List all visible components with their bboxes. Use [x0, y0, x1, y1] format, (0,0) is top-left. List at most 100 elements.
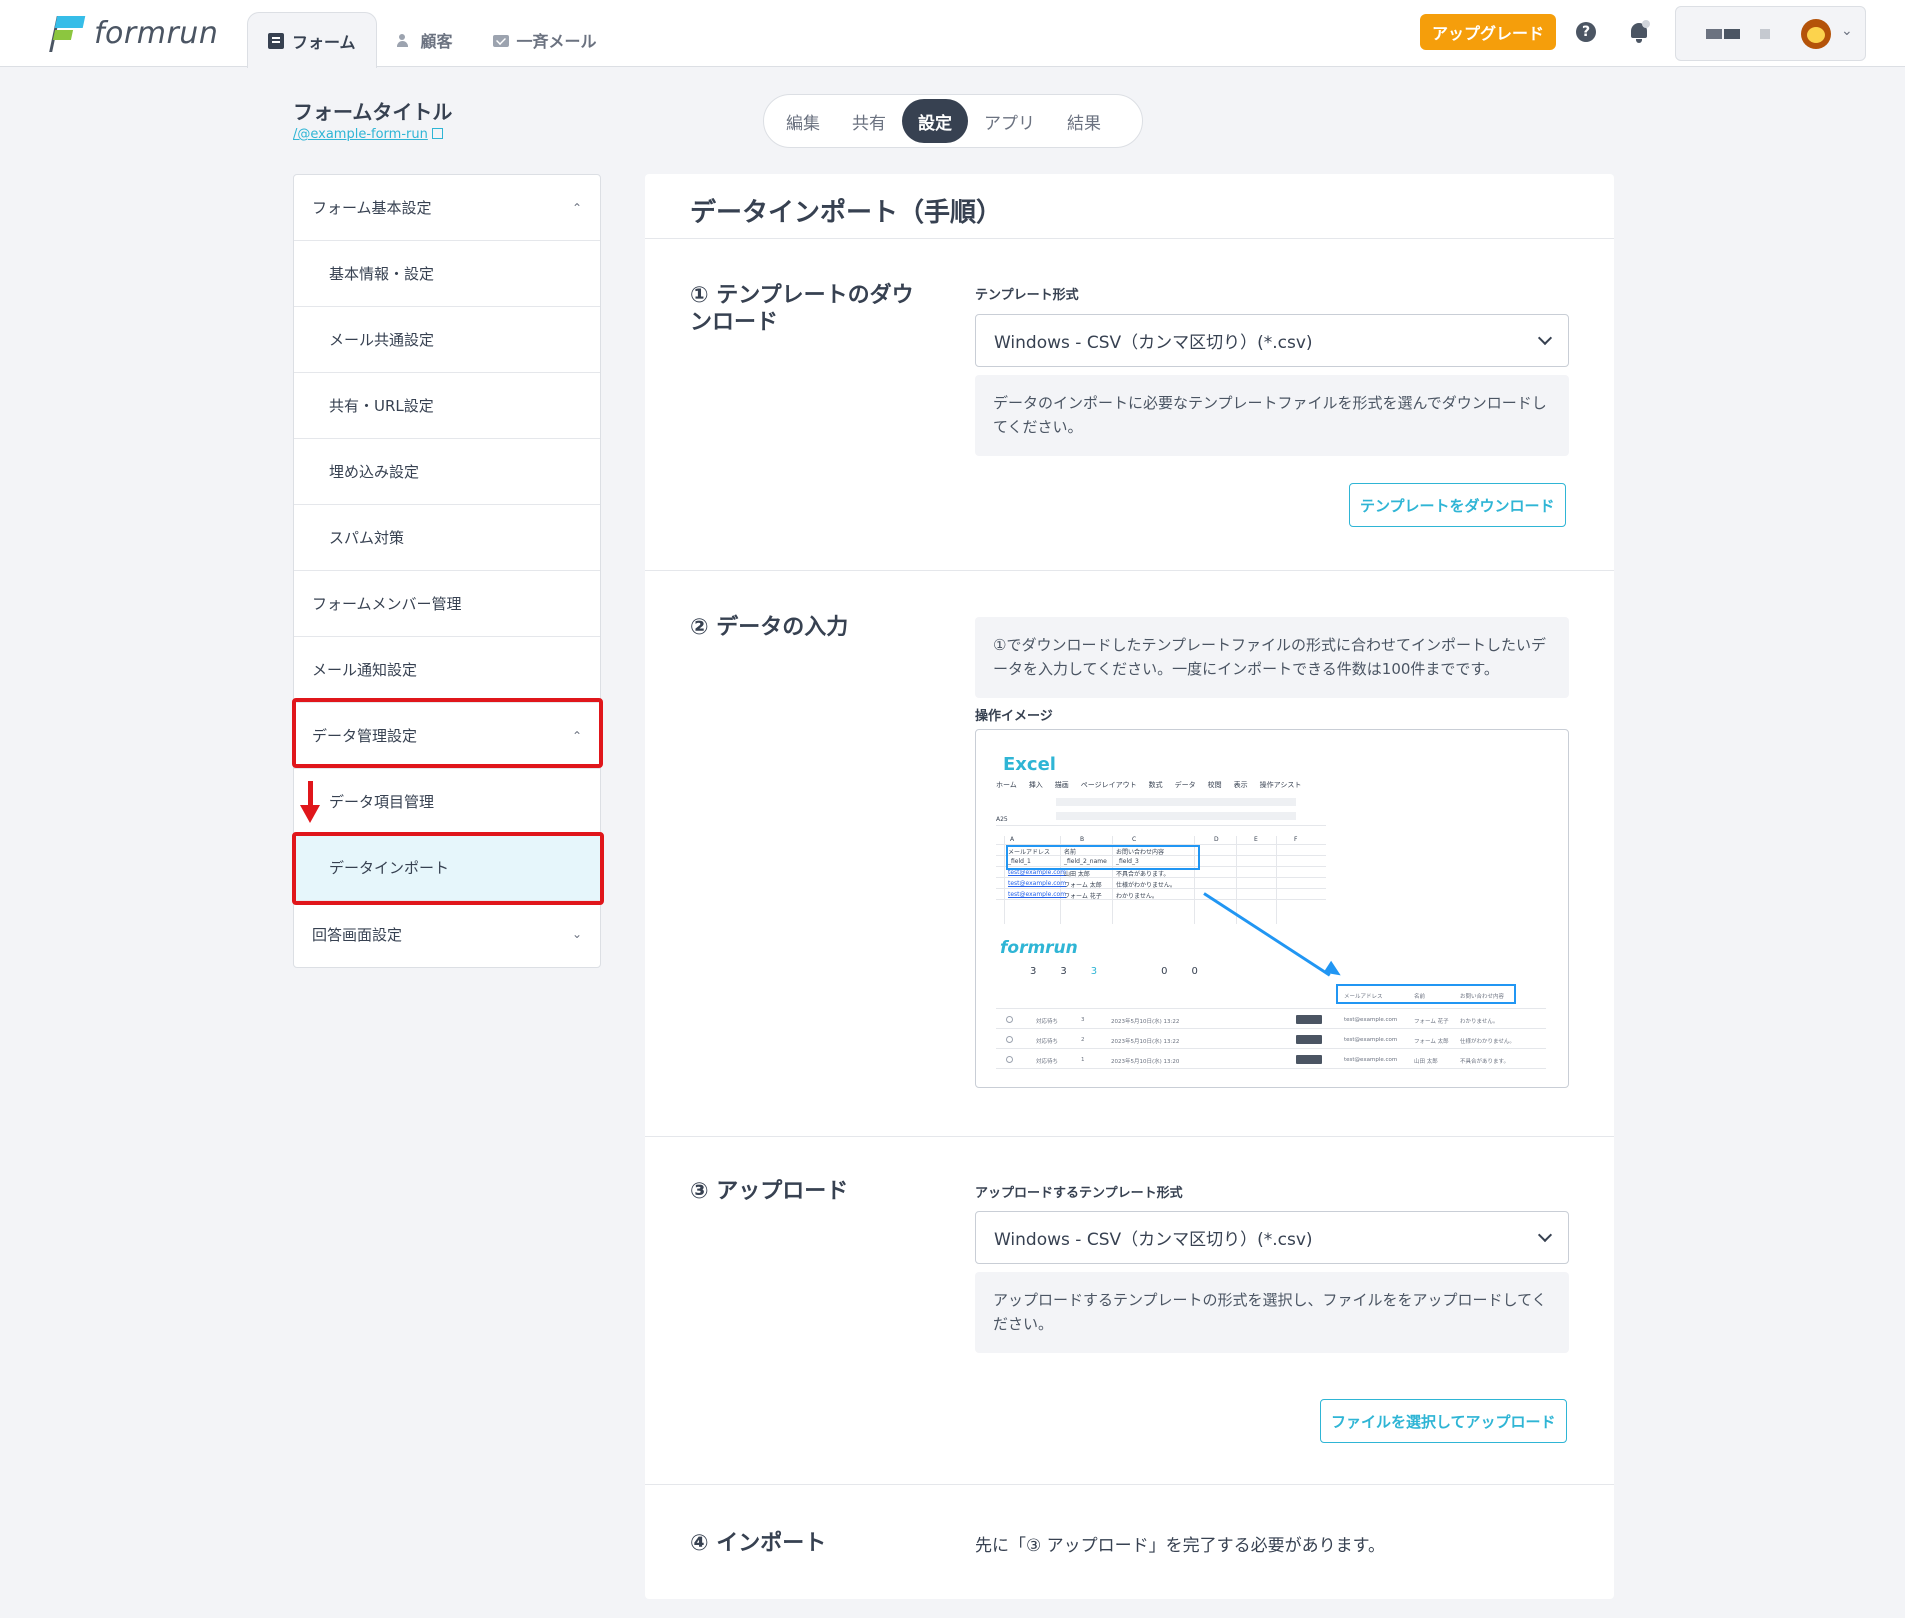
upload-format-label: アップロードするテンプレート形式: [975, 1186, 1183, 1201]
import-requirement-text: 先に「③ アップロード」を完了する必要があります。: [975, 1536, 1385, 1556]
main-nav: フォーム 顧客 一斉メール: [247, 12, 617, 68]
ribbon-toolbar: [1056, 812, 1296, 820]
blue-arrow-head-icon: [1323, 960, 1345, 982]
sidebar-item-form-members[interactable]: フォームメンバー管理: [294, 571, 600, 637]
sidebar-item-embed[interactable]: 埋め込み設定: [294, 439, 600, 505]
select-value: Windows - CSV（カンマ区切り）(*.csv): [994, 1230, 1313, 1250]
excel-menu-item: ホーム: [996, 781, 1017, 789]
form-title: フォームタイトル: [293, 100, 453, 124]
excel-menu-item: 表示: [1233, 781, 1248, 789]
upload-file-button[interactable]: ファイルを選択してアップロード: [1320, 1399, 1567, 1443]
formrun-logo[interactable]: formrun: [49, 14, 218, 52]
cell: 仕様がわかりません。: [1116, 882, 1176, 889]
highlight-box-data-management: [292, 698, 603, 768]
list-header: メールアドレス: [1344, 994, 1383, 1000]
sidebar-item-label: フォーム基本設定: [312, 199, 432, 217]
data-import-panel: データインポート（手順） ① テンプレートのダウンロード テンプレート形式 Wi…: [645, 174, 1614, 1599]
sidebar-item-form-basic-settings[interactable]: フォーム基本設定 ⌃: [294, 175, 600, 241]
list-cell: 2: [1081, 1037, 1085, 1043]
step1-title: ① テンプレートのダウンロード: [690, 283, 914, 335]
step2-title: ② データの入力: [690, 615, 849, 640]
tab-results[interactable]: 結果: [1051, 99, 1117, 143]
list-cell: 対応待ち: [1036, 1059, 1059, 1065]
excel-menu: ホーム 挿入 描画 ページレイアウト 数式 データ 校閲 表示 操作アシスト: [996, 780, 1301, 790]
sidebar-item-mail-notification[interactable]: メール通知設定: [294, 637, 600, 703]
sidebar-item-data-fields[interactable]: データ項目管理: [294, 769, 600, 835]
nav-tab-label: 一斉メール: [516, 32, 597, 51]
tab-apps[interactable]: アプリ: [968, 99, 1051, 143]
chevron-down-icon: ⌄: [1841, 23, 1853, 39]
divider: [645, 570, 1614, 571]
mail-icon: [492, 35, 509, 47]
divider: [645, 1484, 1614, 1485]
excel-menu-item: 操作アシスト: [1259, 781, 1302, 789]
excel-menu-item: 挿入: [1028, 781, 1043, 789]
people-icon: [396, 32, 413, 48]
sidebar-item-label: 回答画面設定: [312, 925, 403, 944]
list-cell: フォーム 太郎: [1414, 1039, 1449, 1045]
highlight-rect: [1006, 845, 1200, 870]
sidebar-item-share-url[interactable]: 共有・URL設定: [294, 373, 600, 439]
tab-share[interactable]: 共有: [836, 99, 902, 143]
list-cell: 2023年5月10日(水) 13:20: [1111, 1059, 1180, 1065]
highlight-box-data-import: [292, 832, 604, 905]
col-header: E: [1254, 836, 1258, 843]
nav-tab-label: フォーム: [292, 32, 356, 52]
list-cell: 対応待ち: [1036, 1019, 1059, 1025]
excel-menu-item: 描画: [1054, 781, 1069, 789]
list-cell: フォーム 花子: [1414, 1019, 1449, 1025]
bell-icon[interactable]: [1628, 20, 1650, 44]
excel-menu-item: データ: [1174, 781, 1196, 789]
nav-tab-bulk-mail[interactable]: 一斉メール: [473, 12, 617, 68]
divider: [645, 238, 1614, 239]
sidebar-item-label: 共有・URL設定: [329, 397, 434, 415]
sidebar-item-mail-common[interactable]: メール共通設定: [294, 307, 600, 373]
list-cell: test@example.com: [1344, 1037, 1398, 1043]
sidebar-item-basic-info[interactable]: 基本情報・設定: [294, 241, 600, 307]
upload-format-select[interactable]: Windows - CSV（カンマ区切り）(*.csv): [975, 1211, 1569, 1264]
col-header: D: [1214, 836, 1219, 843]
form-mode-tabs: 編集 共有 設定 アプリ 結果: [763, 94, 1143, 148]
nav-tab-customers[interactable]: 顧客: [377, 12, 473, 68]
cell: 山田 太郎: [1064, 871, 1090, 878]
ribbon-toolbar: [1056, 798, 1296, 806]
template-format-label: テンプレート形式: [975, 288, 1079, 303]
step1-note: データのインポートに必要なテンプレートファイルを形式を選んでダウンロードしてくだ…: [975, 375, 1569, 456]
col-header: A: [1010, 836, 1015, 843]
nav-tab-forms[interactable]: フォーム: [247, 12, 377, 68]
download-template-button[interactable]: テンプレートをダウンロード: [1349, 483, 1566, 527]
sidebar-item-label: 基本情報・設定: [329, 265, 435, 283]
step3-title: ③ アップロード: [690, 1179, 849, 1204]
external-link-icon: [431, 128, 443, 139]
excel-ribbon: ホーム 挿入 描画 ページレイアウト 数式 データ 校閲 表示 操作アシスト A…: [996, 780, 1326, 826]
chevron-down-icon: ⌄: [571, 927, 582, 941]
col-header: B: [1080, 836, 1085, 843]
avatar: [1801, 19, 1831, 49]
tab-settings[interactable]: 設定: [902, 99, 968, 143]
excel-menu-item: 校閲: [1207, 781, 1222, 789]
cell: test@example.com: [1008, 880, 1067, 887]
form-url-link[interactable]: /@example-form-run: [293, 127, 443, 142]
list-cell: 1: [1081, 1057, 1085, 1063]
upgrade-button[interactable]: アップグレード: [1420, 14, 1557, 50]
formrun-list-logo: formrun: [1000, 938, 1078, 958]
sidebar-item-spam[interactable]: スパム対策: [294, 505, 600, 571]
cell: フォーム 太郎: [1064, 882, 1102, 889]
operation-image-label: 操作イメージ: [975, 709, 1053, 724]
cell-ref: A25: [996, 816, 1008, 823]
formrun-flag-icon: [49, 14, 86, 52]
template-format-select[interactable]: Windows - CSV（カンマ区切り）(*.csv): [975, 314, 1569, 367]
tab-edit[interactable]: 編集: [770, 99, 836, 143]
excel-title: Excel: [1003, 754, 1056, 775]
cell: test@example.com: [1008, 869, 1067, 876]
stat-value: 3: [1060, 966, 1067, 977]
sidebar-item-label: メール共通設定: [329, 331, 435, 349]
sidebar-item-answer-screen[interactable]: 回答画面設定 ⌄: [294, 901, 600, 967]
redacted-name: [1706, 29, 1722, 39]
help-icon[interactable]: ?: [1576, 22, 1596, 42]
stat-value: 3: [1030, 966, 1037, 977]
list-header: お問い合わせ内容: [1460, 994, 1505, 1000]
account-menu[interactable]: ⌄: [1675, 6, 1866, 61]
nav-tab-label: 顧客: [420, 32, 453, 51]
sidebar-item-label: フォームメンバー管理: [312, 595, 462, 613]
